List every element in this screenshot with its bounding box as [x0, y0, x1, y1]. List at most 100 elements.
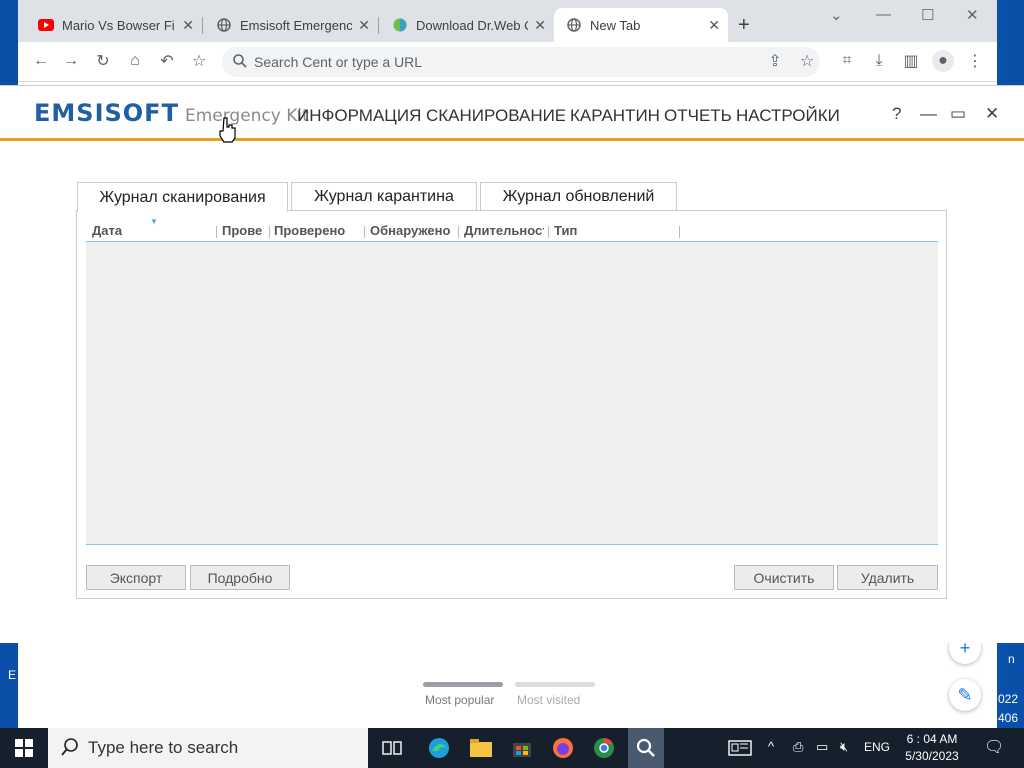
column-header[interactable]: Обнаружено: [370, 223, 454, 238]
youtube-icon: [38, 17, 54, 33]
close-tab-icon[interactable]: ✕: [708, 17, 720, 34]
tab-title: New Tab: [590, 17, 641, 33]
forward-icon[interactable]: →: [60, 50, 82, 72]
close-tab-icon[interactable]: ✕: [182, 17, 194, 34]
undo-icon[interactable]: ↶: [156, 50, 178, 72]
tab-title: Mario Vs Bowser Fina: [62, 17, 174, 33]
most-visited-label[interactable]: Most visited: [517, 693, 580, 707]
tab-title: Download Dr.Web C: [416, 17, 528, 33]
emsisoft-taskbar-icon[interactable]: [628, 728, 664, 768]
logo-subtitle: Emergency Kit: [184, 106, 309, 126]
nav-info[interactable]: ИНФОРМАЦИЯ: [297, 106, 423, 126]
column-header[interactable]: Проверено: [222, 223, 262, 238]
globe-icon: [566, 17, 582, 33]
sidepanel-icon[interactable]: ▥: [900, 50, 922, 72]
search-icon: [60, 737, 80, 762]
new-tab-button[interactable]: +: [738, 14, 750, 37]
most-popular-label[interactable]: Most popular: [425, 693, 494, 707]
notifications-icon[interactable]: 🗨︎: [984, 737, 1004, 757]
emsisoft-header: EMSISOFT Emergency Kit ИНФОРМАЦИЯ СКАНИРО…: [0, 86, 1024, 141]
column-header[interactable]: Дата: [92, 223, 212, 238]
profile-icon[interactable]: ●: [932, 50, 954, 72]
export-button[interactable]: Экспорт: [86, 565, 186, 590]
desktop-text-fragment: E: [8, 668, 17, 682]
tab-title: Emsisoft Emergency: [240, 17, 352, 33]
edit-pencil-icon[interactable]: ✎: [949, 679, 981, 711]
tab-quarantine-log[interactable]: Журнал карантина: [291, 182, 477, 211]
clock-time: 6 : 04 AM: [906, 732, 958, 746]
close-icon[interactable]: ✕: [985, 104, 999, 124]
maximize-icon[interactable]: ▭: [950, 104, 966, 124]
most-popular-indicator[interactable]: [423, 682, 503, 687]
windows-start-icon[interactable]: [10, 734, 38, 762]
nav-settings[interactable]: НАСТРОЙКИ: [736, 106, 846, 126]
desktop-text-fragment: n: [1008, 652, 1015, 666]
bookmark-star-icon[interactable]: ☆: [188, 50, 210, 72]
column-header[interactable]: Проверено: [274, 223, 362, 238]
back-icon[interactable]: ←: [30, 50, 52, 72]
address-bar[interactable]: Search Cent or type a URL: [222, 47, 820, 77]
tab-scan-log[interactable]: Журнал сканирования: [77, 182, 288, 212]
taskbar-search-box[interactable]: Type here to search: [48, 728, 368, 768]
share-icon[interactable]: ⇪: [764, 50, 786, 72]
close-window-icon[interactable]: ✕: [966, 6, 979, 24]
tab-search-icon[interactable]: ⌄: [830, 6, 843, 24]
new-tab-page: Most popular Most visited + ✎: [18, 632, 997, 728]
star-icon[interactable]: ☆: [796, 50, 818, 72]
home-icon[interactable]: ⌂: [124, 50, 146, 72]
logo-brand: EMSISOFT: [34, 99, 179, 127]
drweb-icon: [392, 17, 408, 33]
maximize-icon[interactable]: ☐: [921, 6, 934, 24]
nav-quarantine[interactable]: КАРАНТИН: [570, 106, 661, 126]
details-button[interactable]: Подробно: [190, 565, 290, 590]
clock-date: 5/30/2023: [905, 749, 959, 763]
tab-strip: Mario Vs Bowser Fina ✕ Emsisoft Emergenc…: [18, 0, 997, 42]
close-tab-icon[interactable]: ✕: [358, 17, 370, 34]
language-indicator[interactable]: ENG: [864, 740, 890, 754]
minimize-icon[interactable]: —: [876, 6, 891, 23]
chrome-icon[interactable]: [590, 734, 618, 762]
emsisoft-window: EMSISOFT Emergency Kit ИНФОРМАЦИЯ СКАНИРО…: [0, 85, 1024, 643]
help-icon[interactable]: ?: [892, 104, 901, 124]
menu-icon[interactable]: ⋮: [964, 50, 986, 72]
task-view-icon[interactable]: [378, 734, 406, 762]
globe-icon: [216, 17, 232, 33]
taskbar-clock[interactable]: 6 : 04 AM 5/30/2023: [896, 731, 968, 765]
clear-button[interactable]: Очистить: [734, 565, 834, 590]
chevron-up-icon[interactable]: ^: [768, 739, 774, 754]
report-table: ▼ Дата Проверено Проверено Обнаружено Дл…: [86, 217, 938, 545]
report-panel: ▼ Дата Проверено Проверено Обнаружено Дл…: [76, 210, 947, 599]
firefox-icon[interactable]: [549, 734, 577, 762]
tab-update-log[interactable]: Журнал обновлений: [480, 182, 677, 211]
delete-button[interactable]: Удалить: [837, 565, 938, 590]
desktop-text-fragment: 022: [998, 692, 1019, 706]
close-tab-icon[interactable]: ✕: [534, 17, 546, 34]
meet-now-icon[interactable]: ⎙: [793, 739, 803, 755]
nav-scan[interactable]: СКАНИРОВАНИЕ: [426, 106, 565, 126]
search-icon: [232, 53, 248, 74]
download-icon[interactable]: ⤓: [868, 50, 890, 72]
minimize-icon[interactable]: —: [920, 104, 937, 124]
browser-tab[interactable]: Emsisoft Emergency ✕: [204, 8, 378, 42]
edge-icon[interactable]: [425, 734, 453, 762]
browser-tab[interactable]: Mario Vs Bowser Fina ✕: [26, 8, 202, 42]
hand-cursor-icon: [219, 117, 237, 148]
store-icon[interactable]: [508, 734, 536, 762]
most-visited-indicator[interactable]: [515, 682, 595, 687]
browser-tab-active[interactable]: New Tab ✕: [554, 8, 728, 42]
news-widget-icon[interactable]: [726, 734, 754, 762]
network-icon[interactable]: ▭: [816, 739, 828, 755]
column-header[interactable]: Тип: [554, 223, 674, 238]
file-explorer-icon[interactable]: [467, 734, 495, 762]
reload-icon[interactable]: ↻: [92, 50, 114, 72]
table-body[interactable]: [86, 242, 938, 544]
browser-tab[interactable]: Download Dr.Web C ✕: [380, 8, 554, 42]
taskbar: Type here to search ^ ⎙ ▭ 🔇︎ ENG 6 : 04 …: [0, 728, 1024, 768]
crop-icon[interactable]: ⌗: [836, 50, 858, 72]
nav-reports[interactable]: ОТЧЕТЫ: [664, 106, 732, 126]
emsisoft-logo: EMSISOFT Emergency Kit: [34, 99, 309, 127]
browser-toolbar: ← → ↻ ⌂ ↶ ☆ Search Cent or type a URL ⇪ …: [18, 42, 997, 82]
column-header[interactable]: Длительность: [464, 223, 544, 238]
address-placeholder: Search Cent or type a URL: [254, 54, 423, 70]
volume-muted-icon[interactable]: 🔇︎: [840, 739, 848, 755]
